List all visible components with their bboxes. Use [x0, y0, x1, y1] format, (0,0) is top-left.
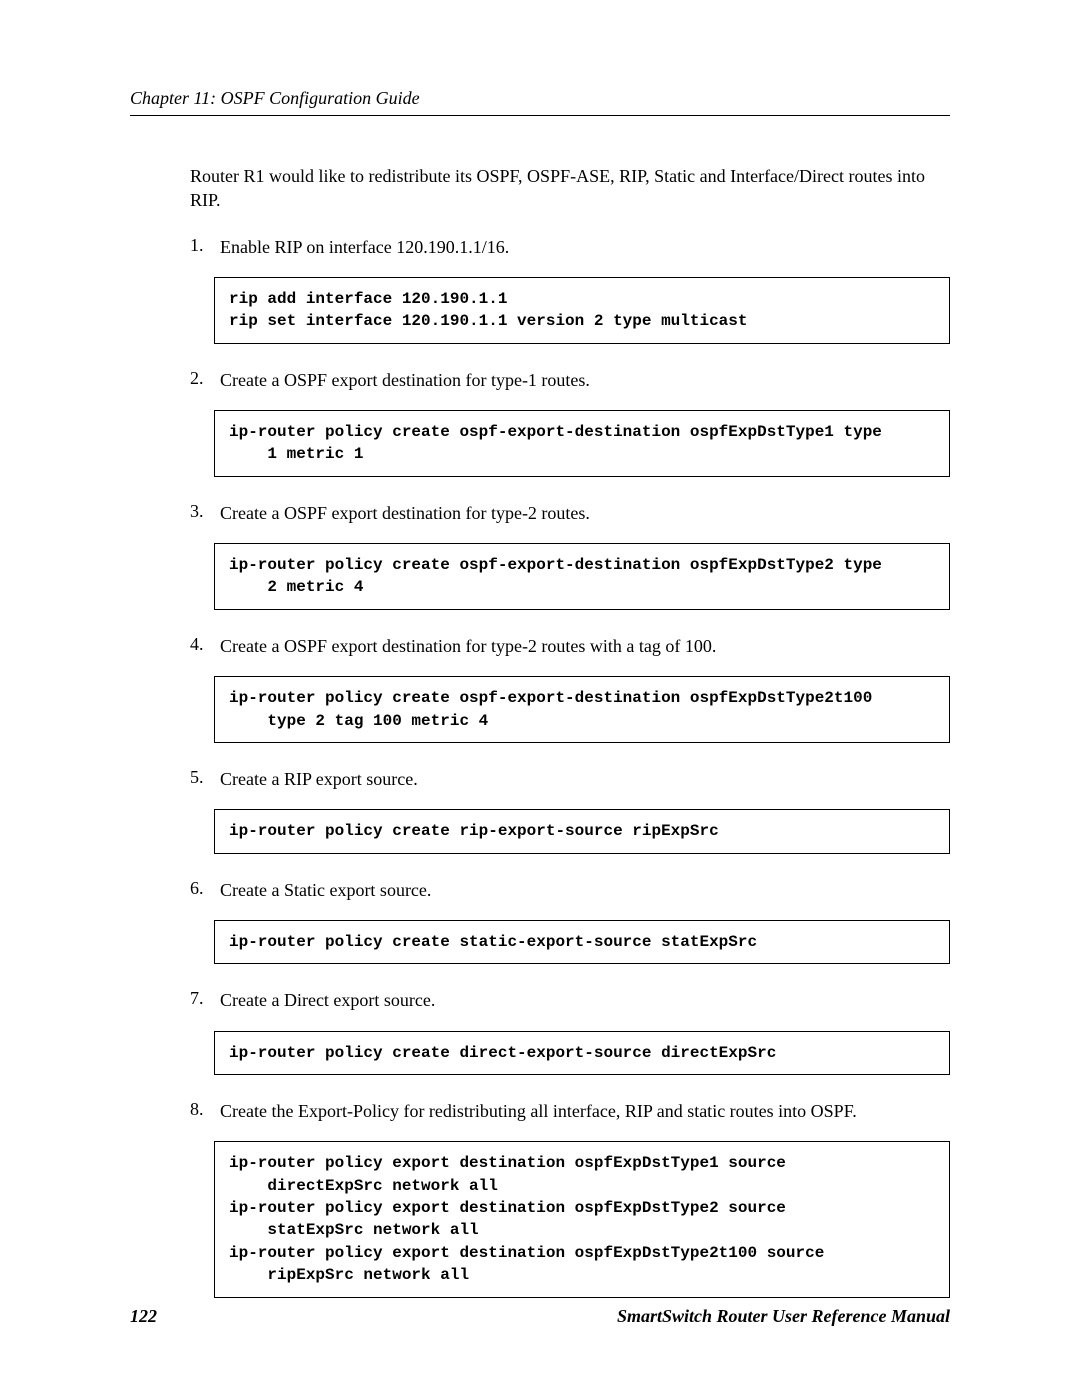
step-text: Create the Export-Policy for redistribut… [220, 1099, 950, 1123]
step-item: Enable RIP on interface 120.190.1.1/16. … [190, 235, 950, 344]
step-text: Create a OSPF export destination for typ… [220, 501, 950, 525]
step-item: Create a OSPF export destination for typ… [190, 368, 950, 477]
code-block: ip-router policy create ospf-export-dest… [214, 676, 950, 743]
step-text: Create a RIP export source. [220, 767, 950, 791]
code-block: ip-router policy create static-export-so… [214, 920, 950, 964]
code-block: ip-router policy export destination ospf… [214, 1141, 950, 1297]
steps-list: Enable RIP on interface 120.190.1.1/16. … [190, 235, 950, 1298]
step-text: Create a Direct export source. [220, 988, 950, 1012]
step-text: Create a Static export source. [220, 878, 950, 902]
code-block: ip-router policy create direct-export-so… [214, 1031, 950, 1075]
step-item: Create a Static export source. ip-router… [190, 878, 950, 965]
step-text: Create a OSPF export destination for typ… [220, 368, 950, 392]
page-header: Chapter 11: OSPF Configuration Guide [130, 88, 950, 116]
intro-paragraph: Router R1 would like to redistribute its… [190, 164, 950, 213]
chapter-label: Chapter 11: OSPF Configuration Guide [130, 88, 420, 108]
page-footer: 122 SmartSwitch Router User Reference Ma… [130, 1306, 950, 1327]
step-item: Create a OSPF export destination for typ… [190, 501, 950, 610]
step-item: Create a Direct export source. ip-router… [190, 988, 950, 1075]
step-item: Create a RIP export source. ip-router po… [190, 767, 950, 854]
page-number: 122 [130, 1306, 157, 1327]
code-block: ip-router policy create ospf-export-dest… [214, 543, 950, 610]
page-content: Router R1 would like to redistribute its… [190, 164, 950, 1298]
step-item: Create the Export-Policy for redistribut… [190, 1099, 950, 1298]
step-text: Create a OSPF export destination for typ… [220, 634, 950, 658]
manual-title: SmartSwitch Router User Reference Manual [617, 1306, 950, 1327]
step-text: Enable RIP on interface 120.190.1.1/16. [220, 235, 950, 259]
code-block: ip-router policy create ospf-export-dest… [214, 410, 950, 477]
step-item: Create a OSPF export destination for typ… [190, 634, 950, 743]
code-block: ip-router policy create rip-export-sourc… [214, 809, 950, 853]
code-block: rip add interface 120.190.1.1 rip set in… [214, 277, 950, 344]
